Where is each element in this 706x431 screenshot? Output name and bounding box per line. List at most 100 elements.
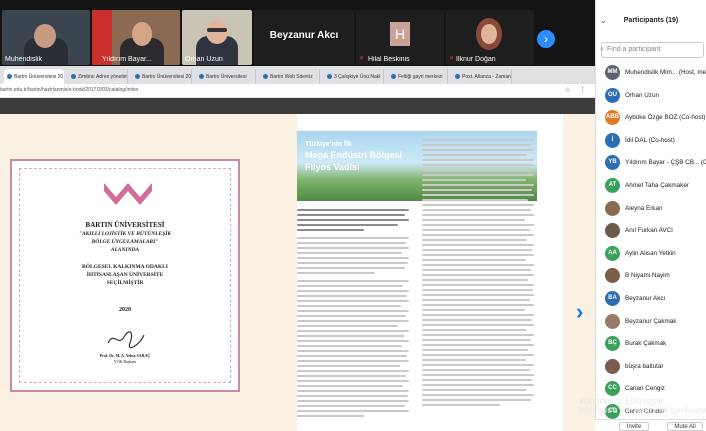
participant-row[interactable]: MM Muhendislik Mim... (Host, me)	[596, 62, 706, 85]
video-tile[interactable]: İlknur Doğan ✕	[446, 10, 534, 65]
cert-year: 2020	[119, 307, 131, 313]
video-tile[interactable]: Yıldırım Bayar...	[92, 10, 180, 65]
cert-focus: İHTİSASLAŞAN ÜNİVERSİTE	[86, 272, 164, 278]
video-tile[interactable]: Muhendislik	[2, 10, 90, 65]
cert-quote: BÖLGE UYGULAMALARI"	[91, 239, 159, 245]
text-column	[297, 209, 409, 424]
participant-row[interactable]: OU Orhan Uzun	[596, 85, 706, 108]
participants-panel: ⌄ Participants (19) Find a participant M…	[595, 0, 706, 431]
participant-row[interactable]: YB Yıldırım Bayar - ÇŞB CB... (Co-host)	[596, 152, 706, 175]
participant-name: İlknur Doğan	[456, 56, 496, 63]
browser-tab[interactable]: Bartın Üniversitesi	[196, 69, 256, 84]
participant-name: Yıldırım Bayar...	[102, 56, 152, 63]
participant-name: Aylin Alisan Yetkin	[625, 249, 676, 257]
participant-name: Anıl Furkan AVCI	[625, 227, 673, 235]
participant-row[interactable]: İ İdil DAL (Co-host)	[596, 130, 706, 153]
avatar: ABB	[605, 110, 620, 126]
participant-name: İdil DAL (Co-host)	[625, 136, 675, 144]
panel-footer: Invite Mute All	[595, 419, 706, 431]
right-page: Türkiye'nin İlk Mega Endüstri Bölgesi Fi…	[297, 114, 595, 431]
participant-row[interactable]: BÇ Burak Çakmak	[596, 333, 706, 356]
avatar	[605, 200, 620, 216]
avatar: BÇ	[605, 336, 620, 352]
avatar: H	[390, 22, 410, 46]
cert-quote: "AKILLI LOJİSTİK VE BÜTÜNLEŞİK	[78, 231, 172, 237]
participant-name: Beyzanur Çakmak	[625, 317, 677, 325]
banner-line: Filyos Vadisi	[305, 162, 360, 172]
viewer-toolbar	[0, 98, 595, 114]
meeting-stage: Muhendislik Yıldırım Bayar... Orhan Uzun…	[0, 0, 595, 431]
cert-university: BARTIN ÜNİVERSİTESİ	[85, 221, 165, 229]
participant-search-input[interactable]: Find a participant	[600, 42, 704, 58]
ebook-viewer: BARTIN ÜNİVERSİTESİ "AKILLI LOJİSTİK VE …	[0, 98, 595, 431]
participant-row[interactable]: büşra baltutar	[596, 356, 706, 379]
left-page: BARTIN ÜNİVERSİTESİ "AKILLI LOJİSTİK VE …	[0, 114, 297, 431]
muted-mic-icon: ✕	[359, 56, 365, 62]
browser-tab[interactable]: 3 Çalışkiye Ünü Nakl	[324, 69, 384, 84]
avatar: YB	[605, 155, 620, 171]
avatar: İ	[605, 132, 620, 148]
cert-focus: BÖLGESEL KALKINMA ODAKLI	[82, 264, 168, 270]
signature-icon	[107, 331, 145, 349]
participant-name: Ahmet Taha Çakmaker	[625, 181, 689, 189]
gallery-strip: Muhendislik Yıldırım Bayar... Orhan Uzun…	[0, 0, 595, 66]
participant-name: Hilal Beskinis	[368, 56, 410, 63]
participant-name: büşra baltutar	[625, 362, 664, 370]
zoom-window: Muhendislik Yıldırım Bayar... Orhan Uzun…	[0, 0, 706, 431]
avatar: AA	[605, 245, 620, 261]
browser-tab[interactable]: Post. Allanza - Zaman	[452, 69, 512, 84]
browser-tab[interactable]: Bartın Ünüversitesi 20	[4, 69, 64, 84]
address-bar[interactable]: bartin.edu.tr/bartin/hazirlanmis/e-book/…	[0, 84, 595, 98]
avatar	[605, 358, 620, 374]
browser-tab[interactable]: Bartın Web Sitemiz	[260, 69, 320, 84]
mute-all-button[interactable]: Mute All	[667, 422, 703, 431]
video-tile[interactable]: Beyzanur Akcı	[254, 10, 354, 65]
participant-row[interactable]: ABB Aybüke Özge BOZ (Co-host)	[596, 107, 706, 130]
participant-row[interactable]: Anıl Furkan AVCI	[596, 220, 706, 243]
participant-row[interactable]: AT Ahmet Taha Çakmaker	[596, 175, 706, 198]
panel-title: Participants (19)	[623, 17, 679, 24]
video-tile[interactable]: H Hilal Beskinis ✕	[356, 10, 444, 65]
participant-row[interactable]: Aleyna Erkan	[596, 198, 706, 221]
certificate: BARTIN ÜNİVERSİTESİ "AKILLI LOJİSTİK VE …	[10, 159, 240, 392]
participant-row[interactable]: Beyzanur Çakmak	[596, 311, 706, 334]
banner-line: Mega Endüstri Bölgesi	[305, 150, 403, 160]
screen-share: Bartın Ünüversitesi 20 Zimbra: Adres yön…	[0, 66, 595, 431]
participant-name: Muhendislik	[5, 56, 42, 63]
participant-name: B Niyami Nayim	[625, 272, 670, 280]
muted-mic-icon: ✕	[449, 56, 455, 62]
participant-name: Aleyna Erkan	[625, 204, 663, 212]
participant-list: MM Muhendislik Mim... (Host, me) OU Orhan U…	[596, 62, 706, 424]
banner-line: Türkiye'nin İlk	[305, 141, 352, 148]
avatar: AT	[605, 177, 620, 193]
avatar	[605, 268, 620, 284]
next-page-icon[interactable]: ›	[576, 299, 583, 325]
invite-button[interactable]: Invite	[619, 422, 649, 431]
windows-activation-watermark: Windows'u Etkinleştir Windows'u etkinleş…	[579, 396, 706, 415]
browser-menu-icon[interactable]: ☆ ⋮	[565, 86, 589, 94]
participant-row[interactable]: B Niyami Nayim	[596, 265, 706, 288]
participant-row[interactable]: BA Beyzanur Akcı	[596, 288, 706, 311]
cert-signatory: Prof. Dr. M. A. Yekta SARAÇ	[99, 353, 151, 358]
browser-tab[interactable]: Feltiği gayri merkezi	[388, 69, 448, 84]
participant-name: Orhan Uzun	[185, 56, 223, 63]
browser-tab[interactable]: Zimbra: Adres yönetim	[68, 69, 128, 84]
participant-row[interactable]: AA Aylin Alisan Yetkin	[596, 243, 706, 266]
avatar	[605, 223, 620, 239]
avatar: MM	[605, 65, 620, 80]
cert-signatory-title: YÖK Başkanı	[113, 359, 137, 364]
participant-name: Yıldırım Bayar - ÇŞB CB... (Co-host)	[625, 159, 706, 167]
browser-tab[interactable]: Bartın Ünüversitesi 20	[132, 69, 192, 84]
browser-tab-bar: Bartın Ünüversitesi 20 Zimbra: Adres yön…	[0, 66, 595, 84]
participant-name: Beyzanur Akcı	[625, 294, 666, 302]
participant-name: Muhendislik Mim... (Host, me)	[625, 69, 706, 76]
ebook-spread: BARTIN ÜNİVERSİTESİ "AKILLI LOJİSTİK VE …	[0, 114, 595, 431]
cert-quote: ALANINDA	[110, 247, 140, 253]
url-text: bartin.edu.tr/bartin/hazirlanmis/e-book/…	[0, 87, 139, 93]
yok-logo-icon	[104, 183, 152, 205]
avatar: BA	[605, 290, 620, 306]
chevron-right-icon[interactable]: ›	[537, 30, 555, 48]
video-tile[interactable]: Orhan Uzun	[182, 10, 252, 65]
participant-name: Canan Cengiz	[625, 385, 665, 393]
avatar: CC	[605, 381, 620, 397]
